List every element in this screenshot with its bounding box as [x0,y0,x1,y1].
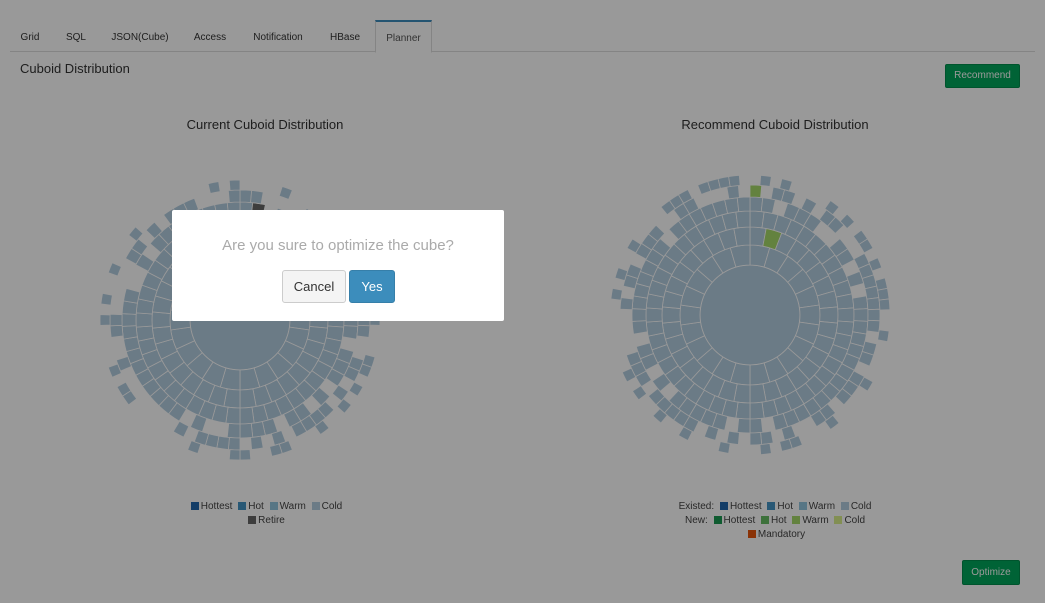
confirm-dialog: Are you sure to optimize the cube? Cance… [172,210,504,321]
confirm-message: Are you sure to optimize the cube? [222,237,454,254]
yes-button[interactable]: Yes [349,270,395,303]
cancel-button[interactable]: Cancel [282,270,346,303]
modal-backdrop[interactable] [0,0,1045,603]
